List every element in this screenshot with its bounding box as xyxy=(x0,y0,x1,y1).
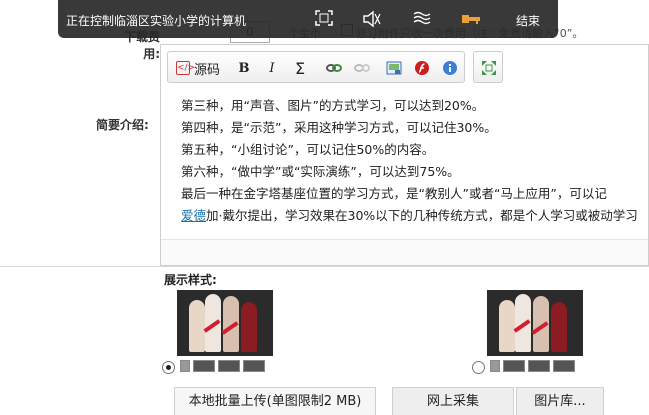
style-radio-1[interactable] xyxy=(162,361,175,374)
end-button[interactable]: 结束 xyxy=(516,12,540,29)
flash-icon xyxy=(415,61,429,75)
quality-button[interactable] xyxy=(412,10,432,28)
content-line: 第五种，“小组讨论”，可以记住50%的内容。 xyxy=(181,142,435,157)
toolbar-group-main: </> 源码 B I Σ xyxy=(167,51,465,83)
editor-toolbar: </> 源码 B I Σ xyxy=(167,51,633,87)
bold-icon: B xyxy=(238,60,250,76)
source-button[interactable]: </> 源码 xyxy=(174,58,222,78)
italic-icon: I xyxy=(269,60,275,76)
description-label: 简要介绍: xyxy=(96,118,149,132)
style-radio-2[interactable] xyxy=(472,361,485,374)
thumb-strip-2 xyxy=(490,360,575,374)
unlink-button[interactable] xyxy=(352,58,372,78)
editor-footer xyxy=(161,239,648,265)
speaker-icon xyxy=(363,10,381,28)
content-line: 第三种，用“声音、图片”的方式学习，可以达到20%。 xyxy=(181,98,485,113)
key-button[interactable] xyxy=(460,10,480,28)
unlink-icon xyxy=(354,64,370,72)
thumb-figure xyxy=(499,300,515,352)
flash-button[interactable] xyxy=(412,58,432,78)
image-button[interactable] xyxy=(384,58,404,78)
description-editor[interactable]: </> 源码 B I Σ 第三种，用“声音、图片”的方式学习，可以达到20%。 … xyxy=(160,44,649,266)
style-thumbnail-1[interactable] xyxy=(177,290,273,356)
author-link[interactable]: 爱德 xyxy=(181,208,206,223)
fullscreen-button[interactable] xyxy=(314,10,334,28)
maximize-button[interactable] xyxy=(479,58,499,78)
volume-button[interactable] xyxy=(362,10,382,28)
remote-title: 正在控制临淄区实验小学的计算机 xyxy=(66,14,247,28)
formula-button[interactable]: Σ xyxy=(290,58,310,78)
content-line: 最后一种在金字塔基座位置的学习方式，是“教别人”或者“马上应用”，可以记 xyxy=(181,186,607,201)
content-line-rest: 加·戴尔提出，学习效果在30%以下的几种传统方式，都是个人学习或被动学习 xyxy=(206,208,638,223)
thumb-figure xyxy=(551,302,567,352)
label-column: 下载费用: 简要介绍: xyxy=(0,0,160,265)
toolbar-group-extra xyxy=(473,51,503,83)
bold-button[interactable]: B xyxy=(234,58,254,78)
thumb-figure xyxy=(241,302,257,352)
key-icon xyxy=(462,15,480,24)
content-line-last: 爱德加·戴尔提出，学习效果在30%以下的几种传统方式，都是个人学习或被动学习 xyxy=(181,205,649,227)
display-style-label: 展示样式: xyxy=(164,273,217,287)
thumb-figure xyxy=(189,300,205,352)
maximize-icon xyxy=(482,61,496,75)
tab-image-library[interactable]: 图片库... xyxy=(516,387,604,415)
source-icon: </> xyxy=(175,61,196,75)
link-icon xyxy=(326,64,342,72)
quality-icon xyxy=(413,11,431,25)
content-line: 第六种，“做中学”或“实际演练”，可以达到75%。 xyxy=(181,164,460,179)
info-button[interactable] xyxy=(440,58,460,78)
info-icon xyxy=(443,61,457,75)
fullscreen-icon xyxy=(315,10,333,26)
source-label: 源码 xyxy=(193,62,220,78)
tab-local-upload[interactable]: 本地批量上传(单图限制2 MB) xyxy=(174,387,376,415)
content-line: 第四种，是“示范”，采用这种学习方式，可以记住30%。 xyxy=(181,120,497,135)
italic-button[interactable]: I xyxy=(262,58,282,78)
editor-content[interactable]: 第三种，用“声音、图片”的方式学习，可以达到20%。 第四种，是“示范”，采用这… xyxy=(181,95,649,239)
image-icon xyxy=(386,61,402,75)
link-button[interactable] xyxy=(324,58,344,78)
sigma-icon: Σ xyxy=(294,58,306,78)
remote-control-banner: 正在控制临淄区实验小学的计算机 结束 xyxy=(58,0,558,38)
section-divider xyxy=(0,266,649,267)
tab-web-collect[interactable]: 网上采集 xyxy=(392,387,514,415)
thumb-strip-1 xyxy=(180,360,265,374)
style-thumbnail-2[interactable] xyxy=(487,290,583,356)
